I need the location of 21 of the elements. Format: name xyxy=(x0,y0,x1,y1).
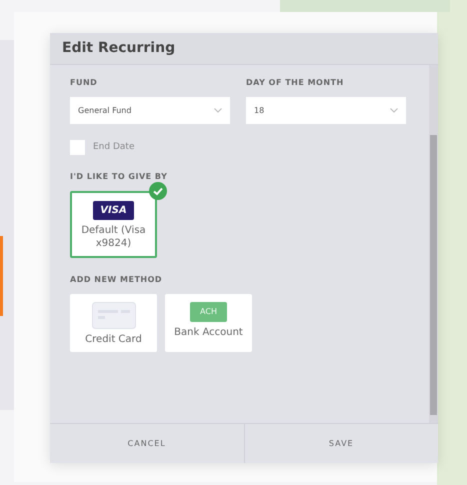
card-brand-badge: VISA xyxy=(93,201,134,220)
add-method-card[interactable]: ACH Bank Account xyxy=(165,294,252,352)
field-label: DAY OF THE MONTH xyxy=(246,77,345,89)
section-heading: ADD NEW METHOD xyxy=(70,274,164,286)
dialog-title: Edit Recurring xyxy=(62,39,176,58)
ach-badge: ACH xyxy=(190,302,227,322)
chevron-icon xyxy=(390,108,398,113)
chevron-icon xyxy=(214,108,222,113)
payment-method-card[interactable]: VISA Default (Visa x9824) xyxy=(70,191,157,258)
check-icon xyxy=(149,182,167,200)
field-label: FUND xyxy=(70,77,98,89)
dropdown[interactable]: General Fund xyxy=(70,97,230,124)
end-date-checkbox[interactable] xyxy=(70,140,85,155)
cancel-button[interactable]: CANCEL xyxy=(50,424,244,463)
scrollbar[interactable] xyxy=(429,65,438,423)
dropdown[interactable]: 18 xyxy=(246,97,406,124)
end-date-label: End Date xyxy=(93,140,134,154)
section-heading: I'D LIKE TO GIVE BY xyxy=(70,171,168,183)
save-button[interactable]: SAVE xyxy=(244,424,438,463)
credit-card-icon xyxy=(92,302,136,329)
add-method-card[interactable]: Credit Card xyxy=(70,294,157,352)
